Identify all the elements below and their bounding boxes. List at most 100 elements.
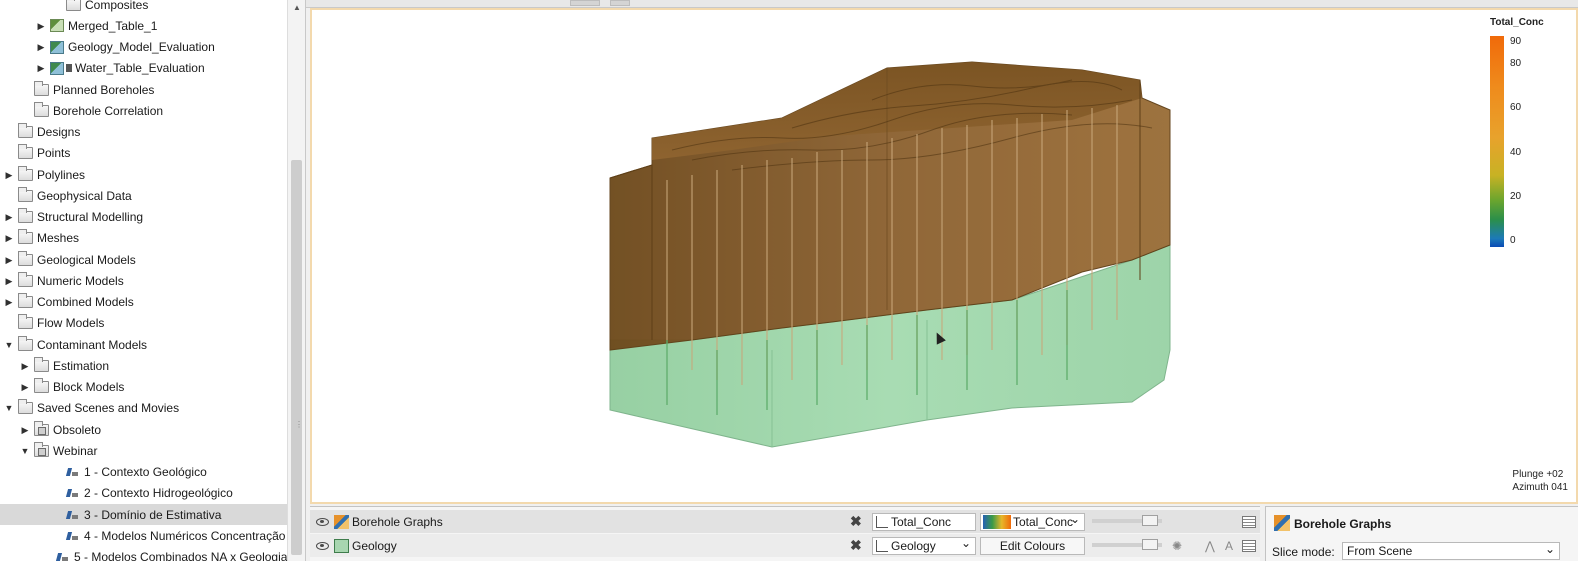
- tree-item-label: Borehole Correlation: [53, 103, 164, 118]
- expand-arrow-icon[interactable]: ▶: [20, 425, 30, 435]
- tree-item[interactable]: Points: [0, 143, 287, 164]
- tree-item[interactable]: 5 - Modelos Combinados NA x Geologia: [0, 547, 287, 561]
- tree-item-label: Geological Models: [37, 252, 136, 267]
- tree-item[interactable]: ▶ Obsoleto: [0, 419, 287, 440]
- folder-icon: [18, 208, 33, 223]
- lighting-icon[interactable]: ✺: [1172, 539, 1182, 553]
- shape-row-geology[interactable]: Geology ✖ Geology Edit Colours ✺ ⋀ A: [310, 534, 1260, 557]
- legend-tick-label: 80: [1510, 58, 1522, 70]
- slice-mode-label: Slice mode:: [1272, 545, 1335, 559]
- collapse-arrow-icon[interactable]: ▼: [4, 340, 14, 350]
- tree-item-label: Water_Table_Evaluation: [75, 61, 205, 76]
- expand-arrow-icon[interactable]: ▶: [20, 361, 30, 371]
- tree-item[interactable]: ▶ Structural Modelling: [0, 207, 287, 228]
- tree-item[interactable]: Designs: [0, 122, 287, 143]
- tree-item[interactable]: ▶ Block Models: [0, 377, 287, 398]
- folder-icon: [34, 378, 49, 393]
- scroll-up-icon[interactable]: ▲: [293, 3, 301, 12]
- expand-arrow-icon[interactable]: ▶: [4, 255, 14, 265]
- tree-item[interactable]: ▼ Contaminant Models: [0, 334, 287, 355]
- tree-item-label: Geology_Model_Evaluation: [68, 40, 215, 54]
- tree-item[interactable]: 2 - Contexto Hidrogeológico: [0, 483, 287, 504]
- collapse-arrow-icon[interactable]: ▼: [20, 446, 30, 456]
- folder-icon: [18, 399, 33, 415]
- tree-item[interactable]: Flow Models: [0, 313, 287, 334]
- tree-item[interactable]: ▼ Saved Scenes and Movies: [0, 398, 287, 419]
- expand-arrow-icon[interactable]: ▶: [4, 276, 14, 286]
- geology-icon: [334, 538, 349, 553]
- expand-arrow-icon[interactable]: ▶: [36, 63, 46, 73]
- tree-item[interactable]: ▶ Numeric Models: [0, 270, 287, 291]
- slider-knob[interactable]: [1142, 515, 1158, 526]
- tree-item[interactable]: ▶ Geological Models: [0, 249, 287, 270]
- expand-arrow-icon[interactable]: ▶: [36, 21, 46, 31]
- colour-map-select[interactable]: Total_Conc ⌄: [980, 512, 1085, 531]
- opacity-slider[interactable]: [1092, 515, 1162, 526]
- properties-grid-icon[interactable]: [1242, 515, 1256, 528]
- plunge-readout: Plunge +02: [1512, 469, 1564, 480]
- toolbar-button[interactable]: [610, 0, 630, 6]
- visibility-eye-icon[interactable]: [316, 541, 329, 550]
- folder-icon: [18, 123, 33, 138]
- expand-arrow-icon[interactable]: ▶: [4, 212, 14, 222]
- display-field-input[interactable]: Total_Conc: [872, 512, 976, 531]
- tree-item-label: Webinar: [53, 443, 98, 458]
- legend-colour-bar: [1490, 36, 1504, 247]
- toolbar-button[interactable]: [570, 0, 600, 6]
- opacity-slider[interactable]: [1092, 539, 1162, 550]
- legend-tick-label: 60: [1510, 102, 1522, 114]
- expand-arrow-icon[interactable]: ▶: [4, 170, 14, 180]
- remove-shape-icon[interactable]: ✖: [850, 537, 862, 554]
- tree-item-label: Saved Scenes and Movies: [37, 401, 180, 416]
- tree-item[interactable]: ▼ Webinar: [0, 440, 287, 461]
- slice-mode-select[interactable]: From Scene: [1342, 541, 1560, 560]
- legend-title: Total_Conc: [1490, 17, 1544, 28]
- field-value: Geology: [891, 538, 936, 553]
- tree-item[interactable]: 3 - Domínio de Estimativa: [0, 504, 287, 525]
- tree-item-label: 1 - Contexto Geológico: [84, 465, 207, 479]
- display-field-select[interactable]: Geology: [872, 536, 976, 555]
- folder-icon: [34, 101, 49, 117]
- geological-model-3d: [609, 61, 1171, 448]
- tree-item[interactable]: ▶ Polylines: [0, 164, 287, 185]
- collapse-arrow-icon[interactable]: ▼: [4, 403, 14, 413]
- properties-grid-icon[interactable]: [1242, 539, 1256, 552]
- visibility-eye-icon[interactable]: [316, 517, 329, 526]
- tree-item[interactable]: ▶ Combined Models: [0, 292, 287, 313]
- evaluation-icon: [50, 40, 64, 54]
- saved-scene-icon: [66, 530, 79, 542]
- tree-item[interactable]: ▶ Water_Table_Evaluation: [0, 58, 287, 79]
- project-tree: Composites ▶ Merged_Table_1 ▶ Geology_Model_…: [0, 0, 306, 561]
- shape-name: Geology: [352, 538, 397, 553]
- tree-item[interactable]: Composites: [0, 0, 287, 15]
- tree-item-label: Planned Boreholes: [53, 82, 155, 97]
- tree-item[interactable]: ▶ Merged_Table_1: [0, 15, 287, 36]
- tree-item[interactable]: Geophysical Data: [0, 185, 287, 206]
- slider-knob[interactable]: [1142, 539, 1158, 550]
- tree-item[interactable]: 4 - Modelos Numéricos Concentração: [0, 525, 287, 546]
- shape-name: Borehole Graphs: [352, 514, 443, 529]
- expand-arrow-icon[interactable]: ▶: [4, 297, 14, 307]
- text-style-icon[interactable]: A: [1225, 539, 1233, 553]
- tree-scrollbar[interactable]: ▲ ⋮: [287, 0, 305, 561]
- slice-icon[interactable]: ⋀: [1205, 539, 1215, 553]
- tree-item[interactable]: 1 - Contexto Geológico: [0, 462, 287, 483]
- tree-item[interactable]: ▶ Geology_Model_Evaluation: [0, 37, 287, 58]
- expand-arrow-icon[interactable]: ▶: [4, 233, 14, 243]
- expand-arrow-icon[interactable]: ▶: [20, 382, 30, 392]
- tree-item[interactable]: Planned Boreholes: [0, 79, 287, 100]
- tree-item-label: Meshes: [37, 231, 80, 246]
- tree-item[interactable]: ▶ Meshes: [0, 228, 287, 249]
- tree-item[interactable]: Borehole Correlation: [0, 100, 287, 121]
- app-window: Composites ▶ Merged_Table_1 ▶ Geology_Model_…: [0, 0, 1578, 561]
- edit-colours-button[interactable]: Edit Colours: [980, 536, 1085, 555]
- expand-arrow-icon[interactable]: ▶: [36, 42, 46, 52]
- tree-item[interactable]: ▶ Estimation: [0, 355, 287, 376]
- shape-row-borehole-graphs[interactable]: Borehole Graphs ✖ Total_Conc Total_Conc …: [310, 510, 1260, 533]
- scene-toolbar: [306, 0, 1578, 8]
- remove-shape-icon[interactable]: ✖: [850, 513, 862, 530]
- scene-viewport[interactable]: Total_Conc 90 80 60 40 20 0 Plunge +02 Azimut…: [310, 8, 1578, 504]
- tree-item-label: Block Models: [53, 380, 125, 394]
- tree-scroll-thumb[interactable]: [291, 160, 302, 555]
